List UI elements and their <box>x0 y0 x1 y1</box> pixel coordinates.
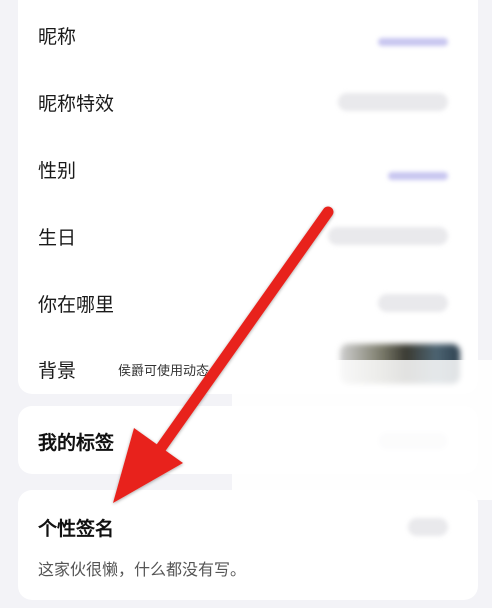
location-row[interactable]: 你在哪里 <box>18 282 478 322</box>
background-label: 背景 <box>38 360 77 382</box>
nickname-value <box>378 38 448 46</box>
signature-title: 个性签名 <box>38 518 115 540</box>
nickname-effect-row[interactable]: 昵称特效 <box>18 81 478 121</box>
gender-label: 性别 <box>38 160 77 182</box>
signature-edit-hint <box>408 518 448 536</box>
birthday-value <box>328 227 448 245</box>
location-value <box>378 294 448 312</box>
nickname-effect-value <box>338 93 448 111</box>
profile-card: 昵称 昵称特效 性别 生日 你在哪里 背景 侯爵可使用动态 <box>18 0 478 394</box>
nickname-row[interactable]: 昵称 <box>18 14 478 54</box>
blurred-overlay <box>232 360 492 500</box>
nickname-label: 昵称 <box>38 26 77 48</box>
gender-value <box>388 172 448 180</box>
location-label: 你在哪里 <box>38 294 115 316</box>
birthday-label: 生日 <box>38 227 77 249</box>
background-hint: 侯爵可使用动态 <box>118 364 210 379</box>
nickname-effect-label: 昵称特效 <box>38 93 115 115</box>
tags-title: 我的标签 <box>38 432 115 454</box>
signature-text: 这家伙很懒，什么都没有写。 <box>38 560 247 579</box>
gender-row[interactable]: 性别 <box>18 148 478 188</box>
signature-card[interactable]: 个性签名 这家伙很懒，什么都没有写。 <box>18 490 478 600</box>
birthday-row[interactable]: 生日 <box>18 215 478 255</box>
